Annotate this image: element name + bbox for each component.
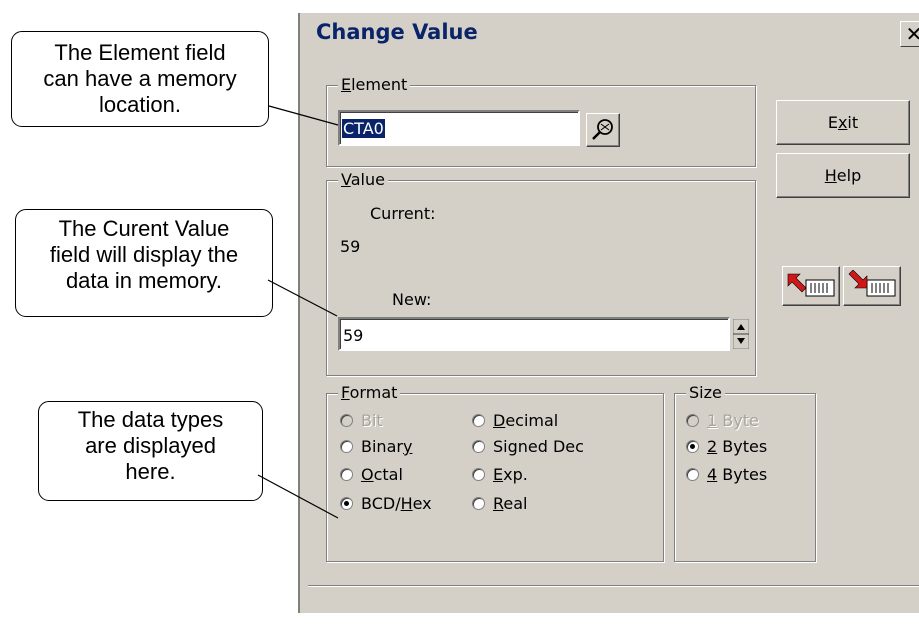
- callout-leader-lines: [257, 105, 339, 519]
- format-leader-line: [257, 474, 339, 519]
- element-leader-line: [268, 105, 339, 126]
- value-leader-line: [267, 279, 338, 317]
